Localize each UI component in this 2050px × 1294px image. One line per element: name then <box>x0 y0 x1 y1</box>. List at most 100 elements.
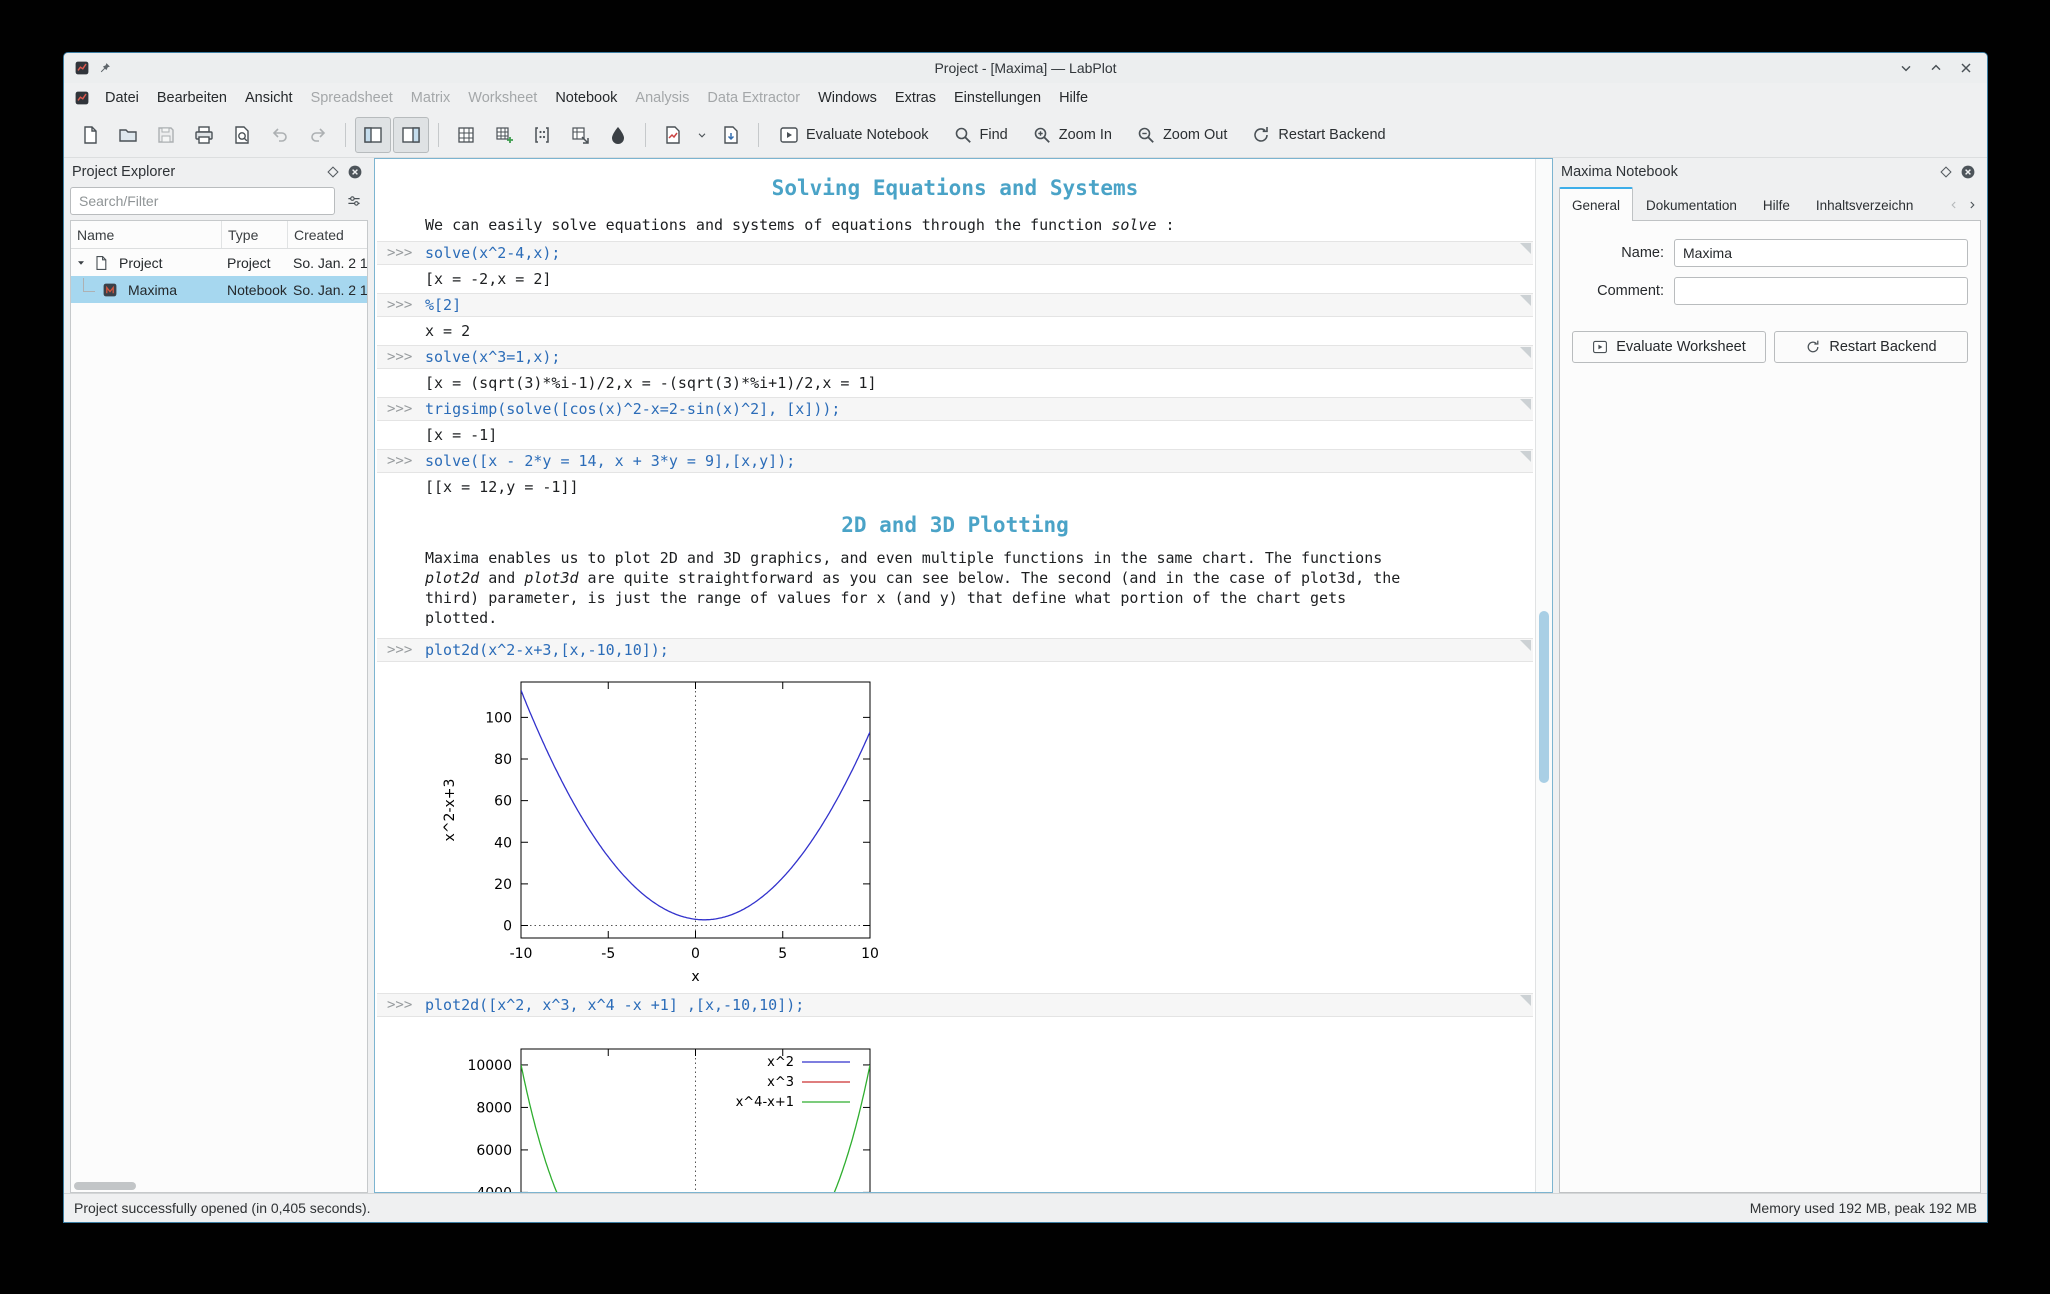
scroll-tabs-right-button[interactable] <box>1963 192 1981 218</box>
titlebar[interactable]: Project - [Maxima] — LabPlot <box>64 53 1987 83</box>
window-controls <box>1893 57 1987 79</box>
menu-hilfe[interactable]: Hilfe <box>1050 86 1097 110</box>
notebook-command-entry[interactable]: >>> solve(x^2-4,x); <box>377 241 1533 265</box>
find-label: Find <box>979 127 1008 143</box>
restart-backend-button[interactable]: Restart Backend <box>1240 117 1396 153</box>
float-panel-button[interactable] <box>322 161 344 183</box>
tab-inhaltsverzeichnis[interactable]: Inhaltsverzeichn <box>1803 189 1925 220</box>
notebook-result: x = 2 <box>377 320 1533 342</box>
menu-einstellungen[interactable]: Einstellungen <box>945 86 1050 110</box>
float-panel-button[interactable] <box>1935 161 1957 183</box>
data-extractor-button[interactable] <box>562 117 598 153</box>
intro-text-post: : <box>1156 216 1175 234</box>
print-preview-button[interactable] <box>224 117 260 153</box>
panel-left-icon <box>363 125 383 145</box>
fold-marker-icon[interactable] <box>1520 451 1531 462</box>
evaluate-notebook-label: Evaluate Notebook <box>806 127 929 143</box>
svg-text:-5: -5 <box>601 946 615 962</box>
tab-hilfe[interactable]: Hilfe <box>1750 189 1803 220</box>
notebook-command-entry[interactable]: >>> trigsimp(solve([cos(x)^2-x=2-sin(x)^2… <box>377 397 1533 421</box>
prompt: >>> <box>387 997 413 1013</box>
new-matrix-button[interactable] <box>524 117 560 153</box>
restart-backend-button[interactable]: Restart Backend <box>1774 331 1968 363</box>
svg-text:10: 10 <box>861 946 879 962</box>
evaluate-worksheet-label: Evaluate Worksheet <box>1616 339 1746 355</box>
column-header-type[interactable]: Type <box>221 221 287 248</box>
grid-arrow-icon <box>570 125 590 145</box>
fold-marker-icon[interactable] <box>1520 243 1531 254</box>
column-header-created[interactable]: Created <box>287 221 367 248</box>
new-worksheet-dropdown[interactable] <box>693 118 711 152</box>
statusbar: Project successfully opened (in 0,405 se… <box>64 1193 1987 1222</box>
notebook-command-entry[interactable]: >>> solve([x - 2*y = 14, x + 3*y = 9],[x,… <box>377 449 1533 473</box>
tab-general[interactable]: General <box>1559 187 1634 221</box>
plot-par-text: and <box>479 569 525 587</box>
evaluate-worksheet-button[interactable]: Evaluate Worksheet <box>1572 331 1766 363</box>
menu-windows[interactable]: Windows <box>809 86 886 110</box>
fold-marker-icon[interactable] <box>1520 347 1531 358</box>
project-explorer-header: Project Explorer <box>70 158 368 186</box>
new-worksheet-button[interactable] <box>655 117 691 153</box>
command-text: %[2] <box>425 296 462 314</box>
maxima-name-cell: Maxima <box>71 278 221 301</box>
new-spreadsheet-button[interactable] <box>448 117 484 153</box>
close-button[interactable] <box>1953 57 1979 79</box>
open-project-button[interactable] <box>110 117 146 153</box>
close-panel-button[interactable] <box>1957 161 1979 183</box>
add-spreadsheet-button[interactable] <box>486 117 522 153</box>
tree-empty-area <box>71 303 367 1180</box>
spreadsheet-icon <box>456 125 476 145</box>
diamond-icon <box>326 165 340 179</box>
pin-icon[interactable] <box>98 61 112 75</box>
tab-dokumentation[interactable]: Dokumentation <box>1633 189 1750 220</box>
notebook-content[interactable]: Solving Equations and Systems We can eas… <box>375 159 1535 1192</box>
svg-text:x: x <box>691 969 699 985</box>
print-button[interactable] <box>186 117 222 153</box>
evaluate-notebook-button[interactable]: Evaluate Notebook <box>768 117 940 153</box>
notebook-command-entry[interactable]: >>> %[2] <box>377 293 1533 317</box>
filter-options-button[interactable] <box>340 187 368 215</box>
horizontal-scrollbar[interactable] <box>71 1180 367 1192</box>
notebook-command-entry[interactable]: >>> solve(x^3=1,x); <box>377 345 1533 369</box>
search-input[interactable] <box>70 187 335 215</box>
menu-extras[interactable]: Extras <box>886 86 945 110</box>
scrollbar-thumb[interactable] <box>74 1182 136 1190</box>
zoom-out-button[interactable]: Zoom Out <box>1125 117 1238 153</box>
notebook-command-entry[interactable]: >>> plot2d(x^2-x+3,[x,-10,10]); <box>377 638 1533 662</box>
close-panel-button[interactable] <box>344 161 366 183</box>
minimize-icon <box>1898 60 1914 76</box>
import-button[interactable] <box>713 117 749 153</box>
fold-marker-icon[interactable] <box>1520 399 1531 410</box>
result-text: x = 2 <box>425 322 471 340</box>
expander-icon[interactable] <box>73 255 89 271</box>
svg-text:0: 0 <box>691 946 700 962</box>
color-theme-button[interactable] <box>600 117 636 153</box>
toggle-project-explorer-button[interactable] <box>355 117 391 153</box>
menu-ansicht[interactable]: Ansicht <box>236 86 302 110</box>
tree-row-project[interactable]: Project Project So. Jan. 2 18: <box>71 249 367 276</box>
restart-icon <box>1251 125 1271 145</box>
tree-row-maxima[interactable]: Maxima Notebook So. Jan. 2 18: <box>71 276 367 303</box>
toggle-properties-panel-button[interactable] <box>393 117 429 153</box>
menu-bearbeiten[interactable]: Bearbeiten <box>148 86 236 110</box>
scrollbar-thumb[interactable] <box>1539 611 1549 783</box>
fold-marker-icon[interactable] <box>1520 995 1531 1006</box>
fold-marker-icon[interactable] <box>1520 295 1531 306</box>
name-field[interactable] <box>1674 239 1968 267</box>
column-header-name[interactable]: Name <box>71 221 221 248</box>
plot3d-em: plot3d <box>524 569 579 587</box>
fold-marker-icon[interactable] <box>1520 640 1531 651</box>
comment-field[interactable] <box>1674 277 1968 305</box>
zoom-in-button[interactable]: Zoom In <box>1021 117 1123 153</box>
vertical-scrollbar[interactable] <box>1535 159 1552 1192</box>
new-project-button[interactable] <box>72 117 108 153</box>
find-button[interactable]: Find <box>942 117 1019 153</box>
minimize-button[interactable] <box>1893 57 1919 79</box>
intro-text: We can easily solve equations and system… <box>425 216 1112 234</box>
menu-datei[interactable]: Datei <box>96 86 148 110</box>
notebook-command-entry[interactable]: >>> plot2d([x^2, x^3, x^4 -x +1] ,[x,-10,… <box>377 993 1533 1017</box>
menu-notebook[interactable]: Notebook <box>546 86 626 110</box>
svg-text:-10: -10 <box>510 946 533 962</box>
properties-tabbar: General Dokumentation Hilfe Inhaltsverze… <box>1559 186 1981 221</box>
maximize-button[interactable] <box>1923 57 1949 79</box>
